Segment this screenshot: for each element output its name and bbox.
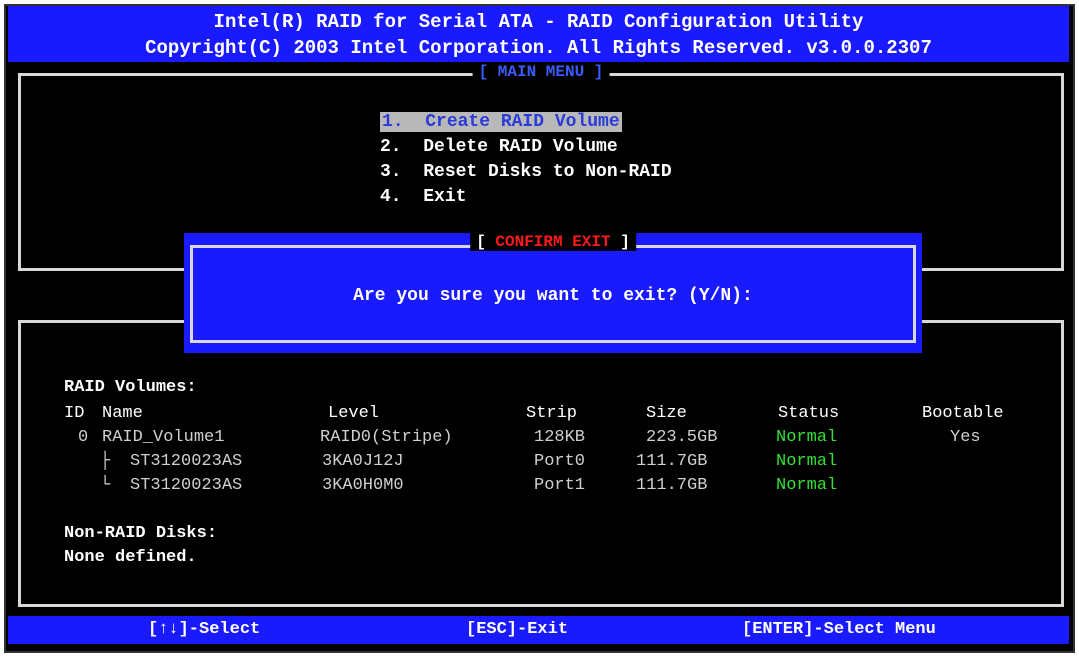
select-hint: [↑↓]-Select [148, 620, 261, 639]
volume-level: RAID0(Stripe) [320, 428, 453, 447]
main-menu: 1. Create RAID Volume 2. Delete RAID Vol… [380, 110, 672, 210]
col-name: Name [102, 404, 143, 423]
non-raid-disks-value: None defined. [64, 548, 197, 567]
volume-size: 223.5GB [646, 428, 718, 447]
menu-item-number: 2. [380, 137, 402, 157]
disk-status: Normal [776, 452, 838, 471]
volume-id: 0 [78, 428, 89, 447]
menu-item-number: 3. [380, 162, 402, 182]
disk-size: 111.7GB [636, 452, 708, 471]
col-status: Status [778, 404, 840, 423]
enter-hint: [ENTER]-Select Menu [742, 620, 936, 639]
col-strip: Strip [526, 404, 578, 423]
menu-item-delete-raid-volume[interactable]: 2. Delete RAID Volume [380, 135, 672, 160]
disk-serial: 3KA0J12J [322, 452, 404, 471]
confirm-exit-dialog[interactable]: [ CONFIRM EXIT ] Are you sure you want t… [184, 233, 922, 353]
menu-item-exit[interactable]: 4. Exit [380, 185, 672, 210]
exit-prompt: Are you sure you want to exit? (Y/N): [353, 286, 753, 306]
menu-item-label: Reset Disks to Non-RAID [423, 162, 672, 182]
exit-hint: [ESC]-Exit [466, 620, 569, 639]
utility-header: Intel(R) RAID for Serial ATA - RAID Conf… [8, 6, 1069, 62]
main-menu-title: [ MAIN MENU ] [472, 63, 610, 81]
disk-port: Port1 [534, 476, 586, 495]
disk-serial: 3KA0H0M0 [322, 476, 404, 495]
disk-size: 111.7GB [636, 476, 708, 495]
menu-item-label: Exit [423, 187, 467, 207]
dialog-border: [ CONFIRM EXIT ] Are you sure you want t… [190, 233, 916, 343]
tree-branch-icon: ├ [100, 452, 111, 471]
col-id: ID [64, 404, 85, 423]
disk-status: Normal [776, 476, 838, 495]
disk-name: ST3120023AS [130, 476, 243, 495]
volume-status: Normal [776, 428, 838, 447]
menu-item-create-raid-volume[interactable]: 1. Create RAID Volume [380, 110, 672, 135]
col-bootable: Bootable [922, 404, 1004, 423]
non-raid-disks-label: Non-RAID Disks: [64, 524, 218, 543]
tree-end-icon: └ [100, 476, 111, 495]
menu-item-label: Delete RAID Volume [423, 137, 618, 157]
volume-strip: 128KB [534, 428, 586, 447]
disk-port: Port0 [534, 452, 586, 471]
raid-volumes-label: RAID Volumes: [64, 378, 197, 397]
volume-bootable: Yes [950, 428, 981, 447]
col-size: Size [646, 404, 687, 423]
dialog-title: [ CONFIRM EXIT ] [470, 233, 636, 251]
col-level: Level [328, 404, 380, 423]
menu-item-number: 4. [380, 187, 402, 207]
header-title: Intel(R) RAID for Serial ATA - RAID Conf… [213, 11, 864, 33]
header-copyright: Copyright(C) 2003 Intel Corporation. All… [145, 37, 932, 59]
menu-item-label: Create RAID Volume [425, 112, 620, 132]
disk-name: ST3120023AS [130, 452, 243, 471]
volume-name: RAID_Volume1 [102, 428, 225, 447]
menu-item-number: 1. [382, 112, 404, 132]
key-help-bar: [↑↓]-Select [ESC]-Exit [ENTER]-Select Me… [8, 616, 1069, 644]
menu-item-reset-disks[interactable]: 3. Reset Disks to Non-RAID [380, 160, 672, 185]
